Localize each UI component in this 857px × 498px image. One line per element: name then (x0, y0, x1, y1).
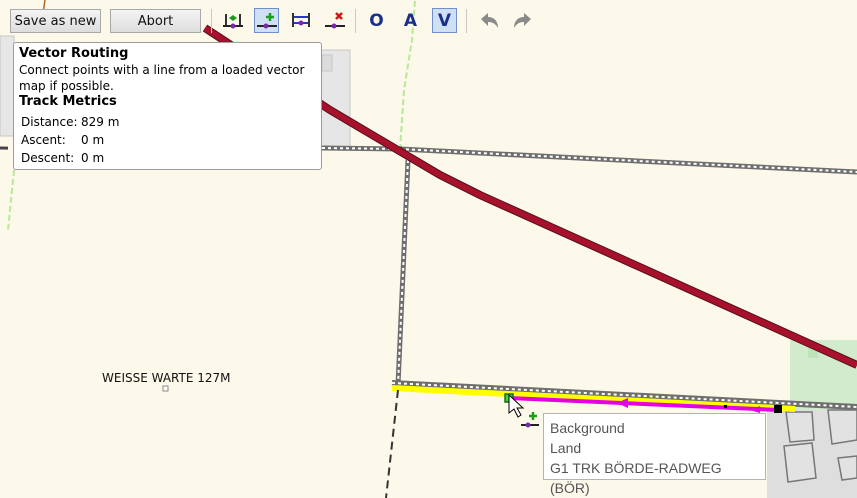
delete-point-icon[interactable] (322, 8, 347, 33)
metric-value: 0 m (81, 133, 105, 147)
tooltip-line-route-name: G1 TRK BÖRDE-RADWEG (BÖR) (550, 460, 722, 496)
track-metrics: Distance: 829 m Ascent: 0 m Descent: 0 m (19, 113, 316, 167)
metric-value: 829 m (81, 115, 120, 129)
toolbar-separator (211, 9, 212, 33)
undo-icon[interactable] (476, 8, 501, 33)
metric-value: 0 m (81, 151, 105, 165)
edit-toolbar: Save as new Abort O A V (0, 0, 560, 40)
toolbar-separator (355, 9, 356, 33)
metric-label: Descent: (21, 151, 75, 165)
metric-ascent: Ascent: 0 m (19, 131, 316, 149)
metric-descent: Descent: 0 m (19, 149, 316, 167)
building-area-bottom-right (767, 409, 857, 498)
tooltip-line-land: Land (550, 440, 582, 456)
route-info-panel: Vector Routing Connect points with a lin… (13, 42, 322, 170)
add-point-icon[interactable] (254, 8, 279, 33)
track-metrics-title: Track Metrics (19, 94, 117, 109)
insert-point-icon[interactable] (288, 8, 313, 33)
tooltip-line-background: Background (550, 420, 625, 436)
routing-mode-description: Connect points with a line from a loaded… (19, 63, 305, 93)
redo-icon[interactable] (510, 8, 535, 33)
mode-a-button[interactable]: A (398, 8, 423, 33)
place-label: WEISSE WARTE 127M (102, 371, 231, 385)
metric-label: Distance: (21, 115, 78, 129)
mode-v-button[interactable]: V (432, 8, 457, 33)
metric-label: Ascent: (21, 133, 66, 147)
abort-button[interactable]: Abort (110, 9, 201, 33)
route-mid-point (724, 405, 727, 408)
route-end-point[interactable] (774, 405, 782, 413)
mode-o-button[interactable]: O (364, 8, 389, 33)
route-edit-icon[interactable] (220, 8, 245, 33)
place-marker (162, 385, 169, 392)
metric-distance: Distance: 829 m (19, 113, 316, 131)
save-as-new-button[interactable]: Save as new (10, 9, 101, 33)
map-tooltip: Background Land G1 TRK BÖRDE-RADWEG (BÖR… (543, 413, 766, 496)
routing-mode-title: Vector Routing (19, 46, 129, 61)
mouse-cursor (505, 391, 545, 435)
toolbar-separator (466, 9, 467, 33)
